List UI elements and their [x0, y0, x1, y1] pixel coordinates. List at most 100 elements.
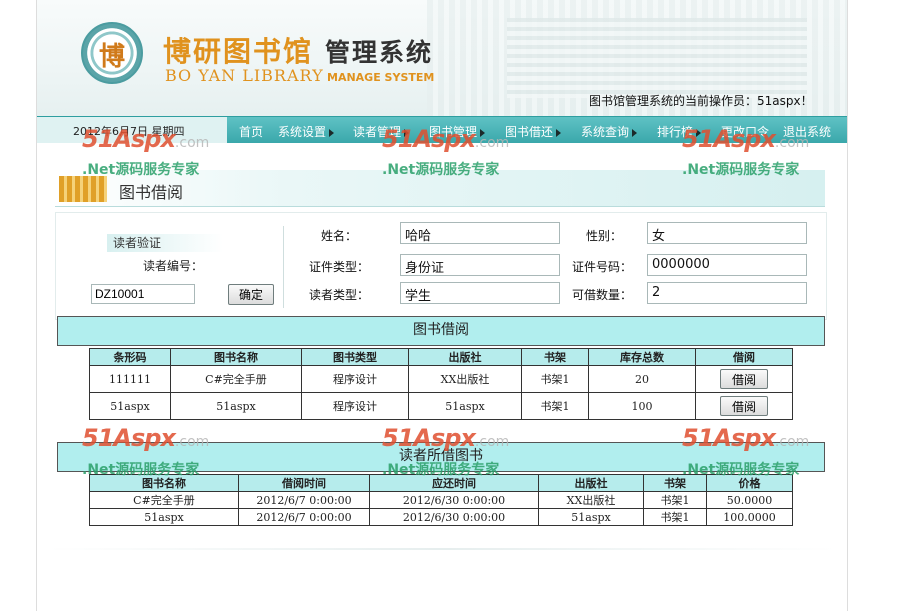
nav-item-reader-management[interactable]: 读者管理 [353, 123, 410, 140]
column-header: 图书名称 [170, 348, 302, 366]
nav-item-ranking[interactable]: 排行榜 [657, 123, 702, 140]
cell-shelf: 书架1 [521, 365, 589, 393]
cell-book-name: C#完全手册 [170, 365, 302, 393]
nav-item-home[interactable]: 首页 [239, 123, 263, 140]
name-field: 哈哈 [400, 222, 560, 244]
library-seal-logo: 博 [81, 22, 143, 84]
column-header: 库存总数 [588, 348, 696, 366]
page-frame: 博 博研图书馆 管理系统 BO YAN LIBRARY MANAGE SYSTE… [36, 0, 848, 611]
cell-stock: 20 [588, 365, 696, 393]
cert-number-label: 证件号码： [572, 260, 633, 274]
logo-title-brand: 博研图书馆 [163, 35, 314, 68]
main-nav-bar: 2012年6月7日 星期四 首页 系统设置 读者管理 图书管理 图书借还 系统查… [37, 116, 847, 143]
nav-item-logout[interactable]: 退出系统 [783, 123, 831, 140]
column-header: 应还时间 [369, 474, 539, 492]
borrow-limit-field: 2 [647, 282, 807, 304]
reader-verify-title: 读者验证 [107, 234, 223, 252]
table-row: 51aspx 51aspx 程序设计 51aspx 书架1 100 借阅 [89, 392, 793, 420]
books-icon [59, 176, 107, 202]
column-header: 书架 [643, 474, 707, 492]
header-building-image-detail [507, 18, 807, 98]
table-header-row: 条形码 图书名称 图书类型 出版社 书架 库存总数 借阅 [89, 348, 793, 366]
gender-field: 女 [647, 222, 807, 244]
name-label: 姓名： [321, 229, 358, 243]
current-operator-text: 图书馆管理系统的当前操作员：51aspx！ [589, 94, 813, 108]
logo-title-system: 管理系统 [325, 38, 434, 67]
cell-price: 50.0000 [706, 491, 793, 509]
nav-item-book-management[interactable]: 图书管理 [429, 123, 486, 140]
cell-publisher: 51aspx [408, 392, 522, 420]
nav-item-label: 更改口令 [721, 125, 770, 139]
reader-type-field: 学生 [400, 282, 560, 304]
section-title: 图书借阅 [119, 183, 184, 202]
borrow-limit-label: 可借数量： [572, 288, 633, 302]
column-header: 借阅 [695, 348, 793, 366]
chevron-right-icon [404, 128, 410, 137]
cell-due-time: 2012/6/30 0:00:00 [369, 508, 539, 526]
table-header-row: 图书名称 借阅时间 应还时间 出版社 书架 价格 [89, 474, 793, 492]
reader-type-label: 读者类型： [309, 288, 370, 302]
nav-item-label: 图书借还 [505, 125, 554, 139]
nav-item-label: 系统设置 [278, 125, 327, 139]
cell-shelf: 书架1 [643, 508, 707, 526]
column-header: 出版社 [408, 348, 522, 366]
cert-number-field: 0000000 [647, 254, 807, 276]
cell-book-name: 51aspx [170, 392, 302, 420]
reader-id-label: 读者编号： [143, 259, 204, 273]
cell-due-time: 2012/6/30 0:00:00 [369, 491, 539, 509]
table-row: 51aspx 2012/6/7 0:00:00 2012/6/30 0:00:0… [89, 508, 793, 526]
nav-item-label: 系统查询 [581, 125, 630, 139]
column-header: 借阅时间 [238, 474, 370, 492]
reader-id-input[interactable] [91, 284, 195, 304]
cert-type-label: 证件类型： [309, 260, 370, 274]
confirm-button[interactable]: 确定 [228, 284, 274, 305]
cell-action: 借阅 [695, 365, 793, 393]
cell-borrow-time: 2012/6/7 0:00:00 [238, 508, 370, 526]
chevron-right-icon [556, 128, 562, 137]
cell-price: 100.0000 [706, 508, 793, 526]
table-row: 111111 C#完全手册 程序设计 XX出版社 书架1 20 借阅 [89, 365, 793, 393]
logo-subtitle-en: BO YAN LIBRARY [165, 66, 324, 85]
column-header: 价格 [706, 474, 793, 492]
column-header: 图书名称 [89, 474, 239, 492]
current-date: 2012年6月7日 星期四 [73, 125, 185, 138]
cell-book-name: 51aspx [89, 508, 239, 526]
logo-seal-char: 博 [98, 42, 125, 72]
available-books-table: 条形码 图书名称 图书类型 出版社 书架 库存总数 借阅 111111 C#完全… [89, 348, 793, 420]
cell-shelf: 书架1 [521, 392, 589, 420]
column-header: 书架 [521, 348, 589, 366]
panel-divider [283, 226, 284, 308]
nav-item-system-settings[interactable]: 系统设置 [278, 123, 335, 140]
nav-item-label: 图书管理 [429, 125, 478, 139]
column-header: 条形码 [89, 348, 171, 366]
nav-item-borrow-return[interactable]: 图书借还 [505, 123, 562, 140]
nav-item-label: 首页 [239, 125, 264, 139]
cell-book-type: 程序设计 [301, 365, 409, 393]
cell-barcode: 111111 [89, 365, 171, 393]
cell-publisher: 51aspx [538, 508, 644, 526]
cell-book-name: C#完全手册 [89, 491, 239, 509]
date-box: 2012年6月7日 星期四 [37, 117, 227, 143]
header-banner: 博 博研图书馆 管理系统 BO YAN LIBRARY MANAGE SYSTE… [37, 0, 847, 116]
footer-divider [47, 548, 837, 550]
borrow-section-bar: 图书借阅 [57, 316, 825, 346]
nav-item-label: 退出系统 [783, 125, 832, 139]
cell-stock: 100 [588, 392, 696, 420]
cell-publisher: XX出版社 [538, 491, 644, 509]
cell-book-type: 程序设计 [301, 392, 409, 420]
column-header: 出版社 [538, 474, 644, 492]
nav-item-label: 读者管理 [353, 125, 402, 139]
borrowed-books-table: 图书名称 借阅时间 应还时间 出版社 书架 价格 C#完全手册 2012/6/7… [89, 474, 793, 526]
cell-shelf: 书架1 [643, 491, 707, 509]
nav-item-system-query[interactable]: 系统查询 [581, 123, 638, 140]
chevron-right-icon [632, 128, 638, 137]
cell-action: 借阅 [695, 392, 793, 420]
borrow-button[interactable]: 借阅 [720, 369, 768, 389]
borrow-button[interactable]: 借阅 [720, 396, 768, 416]
chevron-right-icon [696, 128, 702, 137]
section-header: 图书借阅 [55, 170, 825, 207]
nav-item-label: 排行榜 [657, 125, 694, 139]
chevron-right-icon [480, 128, 486, 137]
column-header: 图书类型 [301, 348, 409, 366]
nav-item-change-password[interactable]: 更改口令 [721, 123, 769, 140]
